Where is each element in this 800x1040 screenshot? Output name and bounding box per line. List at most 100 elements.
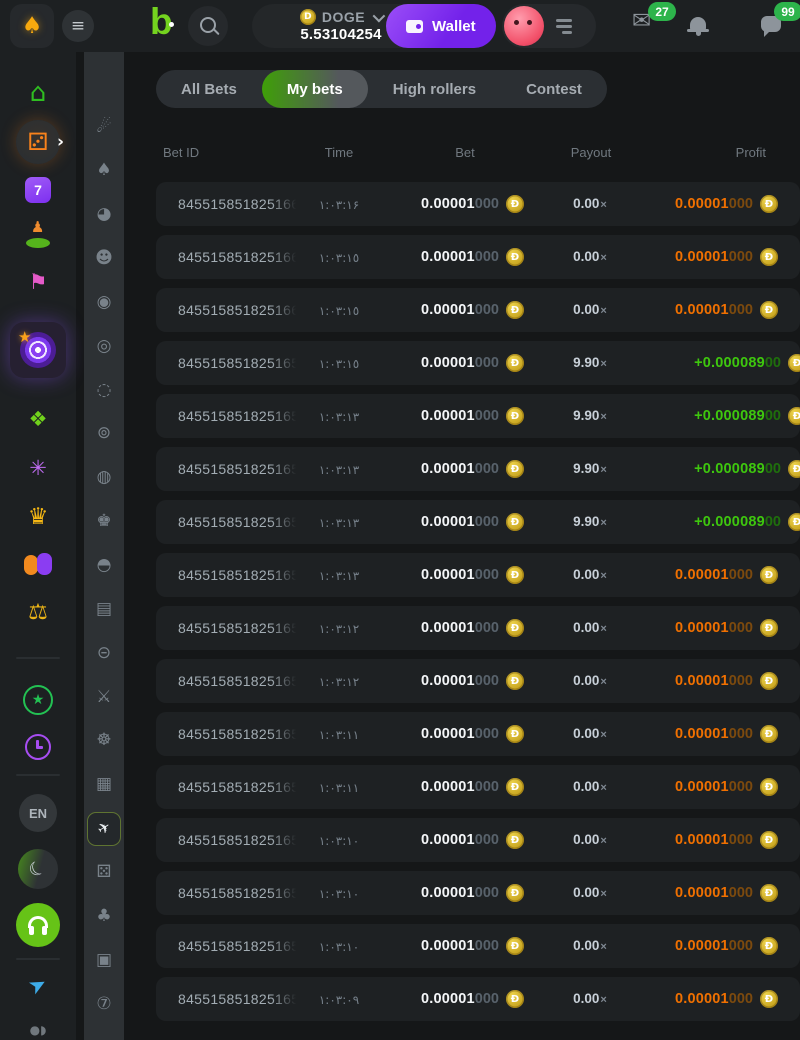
rail-item-game-bomb[interactable]: ◉ <box>84 290 124 314</box>
bet-row[interactable]: 845515851825165١:٠٣:١٠0.00001000Đ0.00×0.… <box>156 924 800 968</box>
sidebar-item-theme-toggle[interactable]: ☾ <box>0 849 76 889</box>
sidebar-item-telegram[interactable]: ➤ <box>0 975 76 996</box>
bell-icon <box>690 17 706 30</box>
bet-amount: 0.00001000Đ <box>421 977 524 1021</box>
rail-item-game-cards[interactable]: ♠ <box>84 159 124 183</box>
game-crash-rocket-icon: ✈ <box>95 819 114 838</box>
sidebar-item-casino-dice[interactable]: ⚂› <box>0 120 76 164</box>
bet-row[interactable]: 845515851825165١:٠٣:١٢0.00001000Đ0.00×0.… <box>156 606 800 650</box>
referral-icon <box>24 553 52 577</box>
bet-row[interactable]: 845515851825165١:٠٣:١٣0.00001000Đ9.90×+0… <box>156 394 800 438</box>
rail-item-game-dashed-circle[interactable]: ◌ <box>84 378 124 402</box>
bet-id: 845515851825165 <box>178 673 300 689</box>
mail-button[interactable]: ✉ 27 <box>632 10 664 42</box>
tab-my-bets[interactable]: My bets <box>262 70 368 108</box>
game-limbo-comet-icon: ☄ <box>96 119 111 136</box>
rail-item-game-cards-stack[interactable]: ▤ <box>84 597 124 621</box>
tab-high-rollers[interactable]: High rollers <box>368 70 501 108</box>
sidebar-item-support[interactable] <box>0 903 76 947</box>
doge-coin-icon: Đ <box>760 672 778 690</box>
sidebar-item-home[interactable]: ⌂ <box>0 80 76 106</box>
rail-item-game-cookies[interactable]: ◍ <box>84 466 124 490</box>
rail-item-game-cards-coin[interactable]: ▦ <box>84 773 124 797</box>
rail-item-game-wheel[interactable]: ☸ <box>84 729 124 753</box>
bet-row[interactable]: 845515851825165١:٠٣:١١0.00001000Đ0.00×0.… <box>156 712 800 756</box>
bet-row[interactable]: 845515851825165١:٠٣:١٣0.00001000Đ9.90×+0… <box>156 447 800 491</box>
bet-time: ١:٠٣:١٠ <box>319 940 359 954</box>
bet-payout: 0.00× <box>573 196 607 211</box>
sidebar-item-medium[interactable]: ●◗ <box>0 1024 76 1036</box>
bet-time: ١:٠٣:١٣ <box>319 410 359 424</box>
sidebar-item-referral[interactable] <box>0 553 76 577</box>
game-goblin-icon: ☻ <box>95 250 113 267</box>
sidebar-item-bingo-ring[interactable]: ✳ <box>0 458 76 479</box>
search-button[interactable] <box>188 6 228 46</box>
bet-row[interactable]: 845515851825165١:٠٣:١٠0.00001000Đ0.00×0.… <box>156 818 800 862</box>
bet-profit: +0.00008900Đ <box>694 394 800 438</box>
game-bomb-icon: ◉ <box>97 294 112 311</box>
bet-id: 845515851825166 <box>178 196 300 212</box>
bet-row[interactable]: 845515851825166١:٠٣:١۶0.00001000Đ0.00×0.… <box>156 182 800 226</box>
bet-time: ١:٠٣:١٢ <box>319 622 359 636</box>
sidebar-item-lottery[interactable]: ❖ <box>0 409 76 430</box>
sidebar-item-favorites[interactable]: ★ <box>0 685 76 715</box>
sidebar-toggle-button[interactable]: ≡ <box>62 10 94 42</box>
bet-row[interactable]: 845515851825165١:٠٣:١٢0.00001000Đ0.00×0.… <box>156 659 800 703</box>
telegram-icon: ➤ <box>25 972 50 999</box>
bet-id: 845515851825165 <box>178 885 300 901</box>
bet-row[interactable]: 845515851825165١:٠٣:٠٩0.00001000Đ0.00×0.… <box>156 977 800 1021</box>
bet-amount: 0.00001000Đ <box>421 447 524 491</box>
bet-id: 845515851825166 <box>178 249 300 265</box>
sidebar-item-recent[interactable] <box>0 734 76 760</box>
site-logo[interactable]: b <box>150 1 173 43</box>
rail-item-game-dice[interactable]: ⚄ <box>84 860 124 884</box>
bet-row[interactable]: 845515851825165١:٠٣:١١0.00001000Đ0.00×0.… <box>156 765 800 809</box>
rail-item-game-moon[interactable]: ◕ <box>84 203 124 227</box>
sidebar-item-vip-club[interactable]: ♛ <box>0 506 76 529</box>
notifications-button[interactable] <box>684 10 716 42</box>
chat-button[interactable]: 99 <box>756 10 788 42</box>
rail-item-game-roulette[interactable]: ◎ <box>84 334 124 358</box>
rail-item-game-slot-7[interactable]: ⑦ <box>84 992 124 1016</box>
avatar[interactable] <box>504 6 544 46</box>
rail-item-game-eggs[interactable]: ⊚ <box>84 422 124 446</box>
rail-item-game-robot[interactable]: ▣ <box>84 948 124 972</box>
bet-row[interactable]: 845515851825165١:٠٣:١٥0.00001000Đ9.90×+0… <box>156 341 800 385</box>
bet-row[interactable]: 845515851825166١:٠٣:١٥0.00001000Đ0.00×0.… <box>156 235 800 279</box>
tab-all-bets[interactable]: All Bets <box>156 70 262 108</box>
sidebar-item-language[interactable]: EN <box>0 794 76 832</box>
rail-item-game-cherry-bomb[interactable]: ◓ <box>84 554 124 578</box>
tab-contest[interactable]: Contest <box>501 70 607 108</box>
rail-item-game-goblin[interactable]: ☻ <box>84 247 124 271</box>
sidebar-item-staking[interactable]: ⚖ <box>0 602 76 624</box>
sidebar-item-originals-target[interactable]: ★ <box>0 322 76 378</box>
mail-badge: 27 <box>648 2 676 21</box>
wallet-button[interactable]: Wallet <box>386 4 496 48</box>
rail-item-game-limbo-comet[interactable]: ☄ <box>84 115 124 139</box>
bet-amount: 0.00001000Đ <box>421 818 524 862</box>
game-cards-2-icon: ♣ <box>96 908 111 925</box>
rail-item-game-keyhole[interactable]: ⊝ <box>84 641 124 665</box>
bet-row[interactable]: 845515851825165١:٠٣:١٣0.00001000Đ0.00×0.… <box>156 553 800 597</box>
bet-profit: 0.00001000Đ <box>675 712 778 756</box>
sidebar-item-slots[interactable]: 7 <box>0 177 76 203</box>
bet-profit: 0.00001000Đ <box>675 818 778 862</box>
profile-menu[interactable] <box>502 4 596 48</box>
bet-row[interactable]: 845515851825165١:٠٣:١٣0.00001000Đ9.90×+0… <box>156 500 800 544</box>
sidebar-item-promotions[interactable]: ⚑ <box>0 272 76 293</box>
rail-item-game-cards-2[interactable]: ♣ <box>84 904 124 928</box>
expand-arrow-icon[interactable]: › <box>57 134 64 151</box>
bet-time: ١:٠٣:١٠ <box>319 887 359 901</box>
doge-coin-icon: Đ <box>506 566 524 584</box>
bet-row[interactable]: 845515851825166١:٠٣:١٥0.00001000Đ0.00×0.… <box>156 288 800 332</box>
rail-item-game-crowd-crown[interactable]: ♚ <box>84 510 124 534</box>
spade-logo-icon: ♠ <box>22 15 43 38</box>
wallet-button-label: Wallet <box>432 18 476 35</box>
bet-row[interactable]: 845515851825165١:٠٣:١٠0.00001000Đ0.00×0.… <box>156 871 800 915</box>
rail-item-game-crash-rocket[interactable]: ✈ <box>87 812 121 846</box>
rail-item-game-sword[interactable]: ⚔ <box>84 685 124 709</box>
bet-profit: 0.00001000Đ <box>675 606 778 650</box>
brand-tile[interactable]: ♠ <box>10 4 54 48</box>
hamburger-icon: ≡ <box>71 18 85 35</box>
sidebar-item-live-casino[interactable]: ♟ <box>0 222 76 248</box>
